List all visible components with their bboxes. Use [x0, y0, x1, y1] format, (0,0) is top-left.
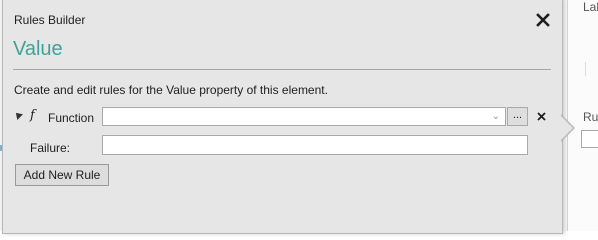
remove-rule-button[interactable] [534, 109, 548, 123]
background-label: Ru [583, 110, 598, 124]
background-label: Lab [583, 0, 598, 14]
function-label: Function [48, 111, 95, 125]
close-button[interactable] [533, 10, 553, 30]
dialog-description: Create and edit rules for the Value prop… [14, 83, 328, 97]
dialog-title: Rules Builder [14, 13, 86, 27]
function-icon: f [30, 108, 35, 123]
callout-pointer-fill [560, 115, 573, 141]
add-new-rule-button[interactable]: Add New Rule [15, 164, 109, 186]
failure-input[interactable] [102, 135, 528, 155]
function-browse-button[interactable]: ... [507, 107, 528, 126]
header-divider [13, 69, 551, 70]
background-input[interactable] [581, 130, 598, 148]
background-faint-line [585, 62, 598, 76]
chevron-down-icon[interactable]: ⌄ [492, 111, 500, 122]
close-icon [536, 13, 550, 27]
failure-label: Failure: [30, 141, 71, 155]
function-combobox[interactable]: ⌄ [102, 107, 506, 126]
property-heading: Value [13, 38, 63, 60]
remove-rule-icon [536, 111, 546, 121]
